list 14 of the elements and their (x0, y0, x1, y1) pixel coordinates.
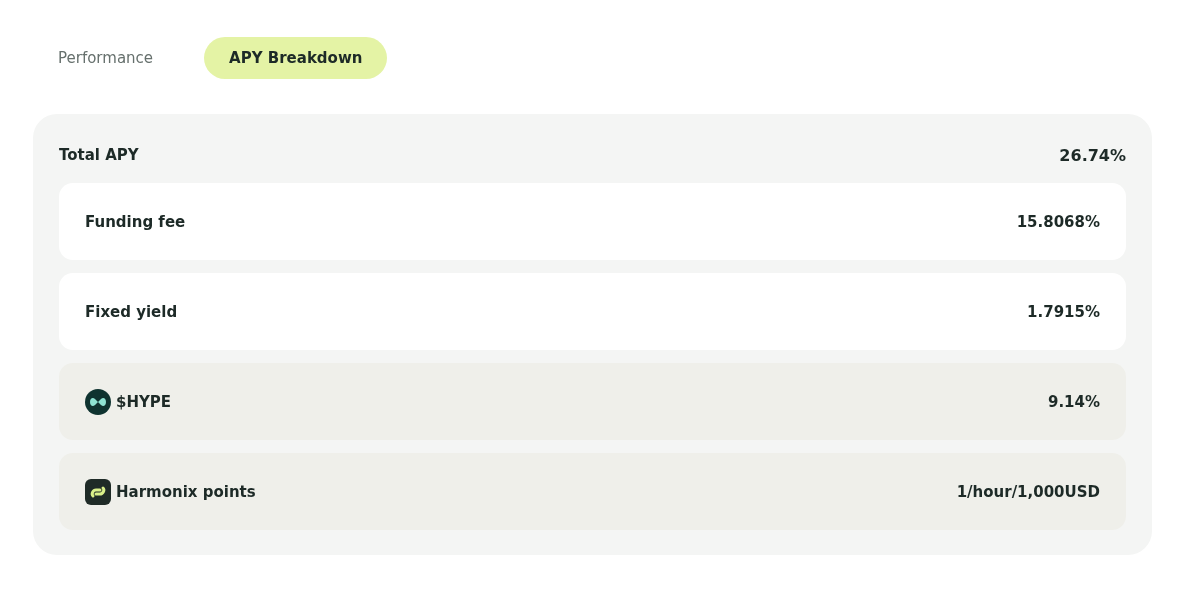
row-label: Harmonix points (116, 482, 256, 501)
row-value: 9.14% (1047, 392, 1100, 411)
total-apy-value: 26.74% (1059, 145, 1126, 165)
tab[interactable]: Performance (33, 37, 179, 79)
total-apy-label: Total APY (59, 146, 139, 164)
hype-token-icon (85, 388, 111, 415)
row-label: Fixed yield (85, 302, 178, 321)
points-token-icon (85, 478, 111, 505)
row-label: Funding fee (85, 212, 186, 231)
row-value: 15.8068% (1016, 212, 1100, 231)
tab[interactable]: APY Breakdown (204, 37, 388, 79)
row-label: $HYPE (116, 392, 172, 411)
row-value: 1.7915% (1027, 302, 1100, 321)
row-value: 1/hour/1,000USD (956, 482, 1100, 501)
